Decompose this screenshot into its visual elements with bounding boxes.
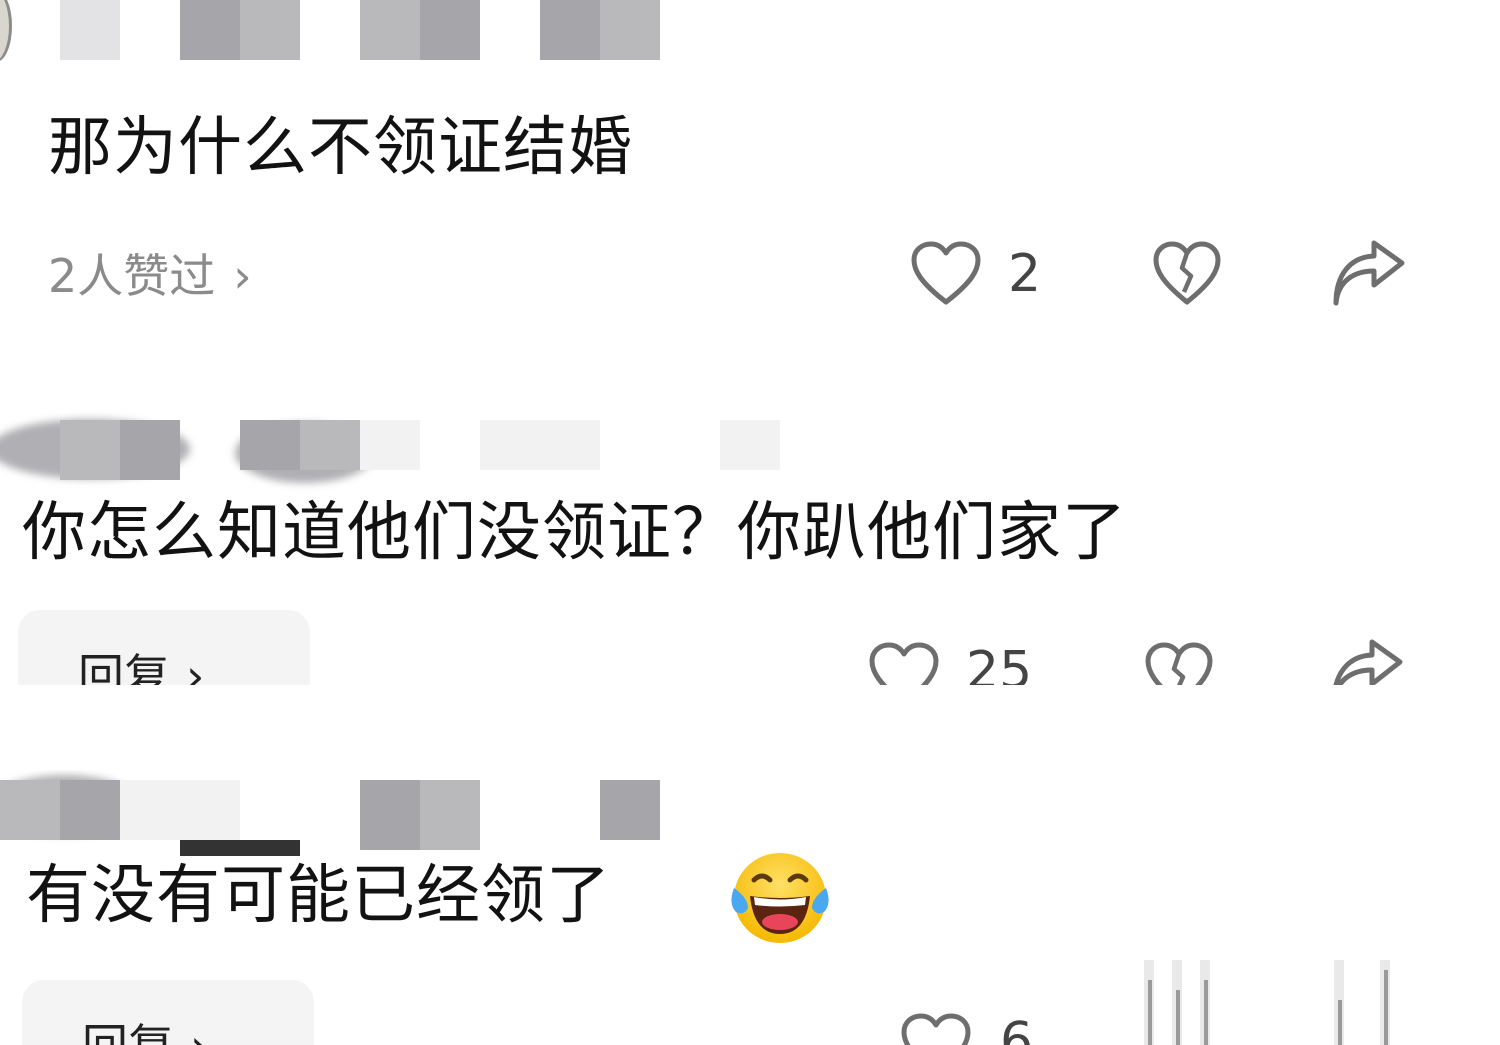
broken-heart-icon <box>1144 960 1210 1045</box>
liked-by-link[interactable]: 2人赞过 › <box>48 240 252 306</box>
broken-heart-icon[interactable] <box>1152 240 1222 308</box>
comment-text: 你怎么知道他们没领证？你趴他们家了 <box>22 496 1127 570</box>
liked-by-label: 2人赞过 <box>48 249 216 303</box>
heart-outline-icon[interactable] <box>910 240 982 308</box>
heart-outline-icon[interactable] <box>868 641 940 685</box>
heart-outline-icon[interactable] <box>900 1012 972 1045</box>
comment-text: 那为什么不领证结婚 <box>48 111 633 185</box>
reply-label: 回复 <box>82 1019 174 1045</box>
chevron-right-icon: › <box>190 1019 208 1045</box>
chevron-right-icon: › <box>186 649 205 685</box>
broken-heart-icon[interactable] <box>1144 641 1214 685</box>
share-arrow-icon <box>1334 960 1390 1045</box>
laughing-tears-emoji <box>731 853 829 943</box>
like-count: 2 <box>1008 244 1042 304</box>
share-arrow-icon[interactable] <box>1328 639 1406 685</box>
share-arrow-icon[interactable] <box>1330 240 1408 306</box>
reply-button[interactable]: 回复 › <box>18 610 310 685</box>
reply-button[interactable]: 回复 › <box>22 980 314 1045</box>
comment-item: 你怎么知道他们没领证？你趴他们家了 回复 › 25 <box>0 405 1500 685</box>
comment-item: 有没有可能已经领了 回复 › 6 <box>0 770 1500 1045</box>
reply-label: 回复 <box>78 649 170 685</box>
chevron-right-icon: › <box>233 249 252 303</box>
like-count: 25 <box>966 641 1033 685</box>
like-count: 6 <box>1000 1012 1034 1045</box>
avatar[interactable] <box>0 0 12 62</box>
comment-text: 有没有可能已经领了 <box>26 859 611 933</box>
comment-item: 那为什么不领证结婚 2人赞过 › 2 <box>0 0 1500 345</box>
